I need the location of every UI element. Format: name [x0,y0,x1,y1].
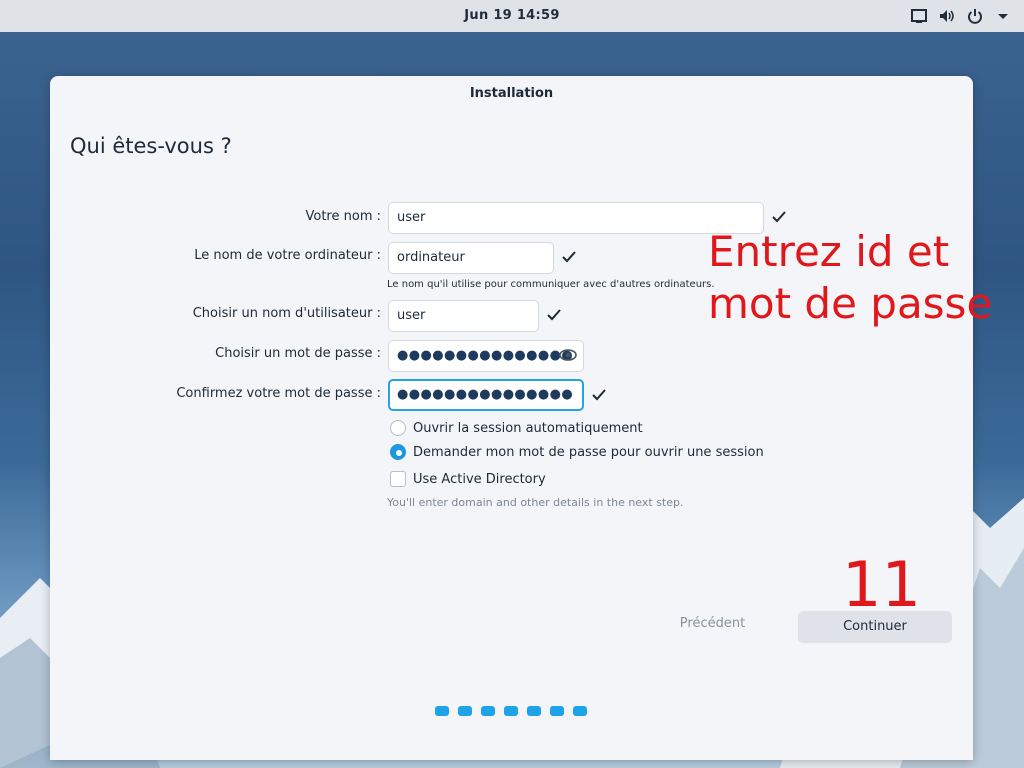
computer-name-hint: Le nom qu'il utilise pour communiquer av… [387,279,715,290]
previous-button[interactable]: Précédent [670,616,755,636]
active-directory-option[interactable]: Use Active Directory [390,471,546,487]
eye-icon[interactable] [559,347,577,363]
instruction-line-2: mot de passe [708,279,993,328]
window-title: Installation [469,86,554,101]
active-directory-checkbox[interactable] [390,471,406,487]
system-tray [910,7,1012,25]
computer-name-field[interactable]: ordinateur [388,242,554,274]
page-heading: Qui êtes-vous ? [70,134,232,158]
ask-password-radio[interactable] [390,444,406,460]
active-directory-hint: You'll enter domain and other details in… [387,496,684,509]
top-bar: Jun 19 14:59 [0,0,1024,32]
password-label: Choisir un mot de passe : [215,346,381,361]
step-dot [527,706,541,716]
autologin-label: Ouvrir la session automatiquement [413,420,643,436]
check-icon [547,309,561,321]
step-dot [573,706,587,716]
autologin-option[interactable]: Ouvrir la session automatiquement [390,420,643,436]
ask-password-option[interactable]: Demander mon mot de passe pour ouvrir un… [390,444,764,460]
ask-password-label: Demander mon mot de passe pour ouvrir un… [413,444,764,460]
check-icon [592,389,606,401]
step-dot [481,706,495,716]
volume-icon[interactable] [938,7,956,25]
screen-icon[interactable] [910,7,928,25]
confirm-password-field[interactable]: ●●●●●●●●●●●●●●● [388,379,584,411]
step-number-annotation: 11 [842,548,921,621]
username-label: Choisir un nom d'utilisateur : [192,306,381,321]
power-icon[interactable] [966,7,984,25]
step-indicator [435,706,587,716]
computer-name-label: Le nom de votre ordinateur : [194,248,381,263]
clock[interactable]: Jun 19 14:59 [0,8,1024,23]
step-dot [504,706,518,716]
username-field[interactable]: user [388,300,539,332]
instruction-annotation: Entrez id et mot de passe [708,226,992,330]
step-dot [435,706,449,716]
confirm-password-label: Confirmez votre mot de passe : [176,386,381,401]
step-dot [458,706,472,716]
name-label: Votre nom : [305,209,382,224]
active-directory-label: Use Active Directory [413,471,546,487]
instruction-line-1: Entrez id et [708,227,950,276]
installer-window: Installation Qui êtes-vous ? Votre nom :… [50,76,973,760]
chevron-down-icon[interactable] [994,7,1012,25]
step-dot [550,706,564,716]
autologin-radio[interactable] [390,420,406,436]
password-field[interactable]: ●●●●●●●●●●●●●●● [388,340,584,372]
check-icon [562,251,576,263]
check-icon [772,211,786,223]
